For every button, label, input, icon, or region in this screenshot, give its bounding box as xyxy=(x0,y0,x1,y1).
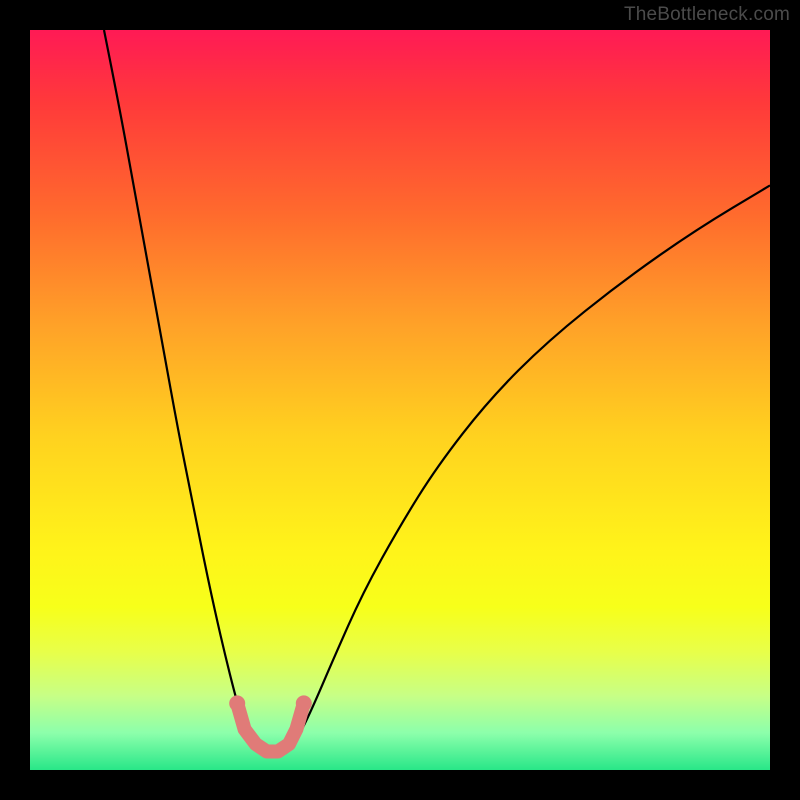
bottleneck-curve xyxy=(104,30,770,755)
watermark-text: TheBottleneck.com xyxy=(624,4,790,26)
curve-svg xyxy=(30,30,770,770)
chart-frame: TheBottleneck.com xyxy=(0,0,800,800)
plot-area xyxy=(30,30,770,770)
valley-marker-path xyxy=(237,703,304,751)
valley-markers xyxy=(229,695,312,751)
valley-marker-dot xyxy=(229,695,245,711)
valley-marker-dot xyxy=(296,695,312,711)
